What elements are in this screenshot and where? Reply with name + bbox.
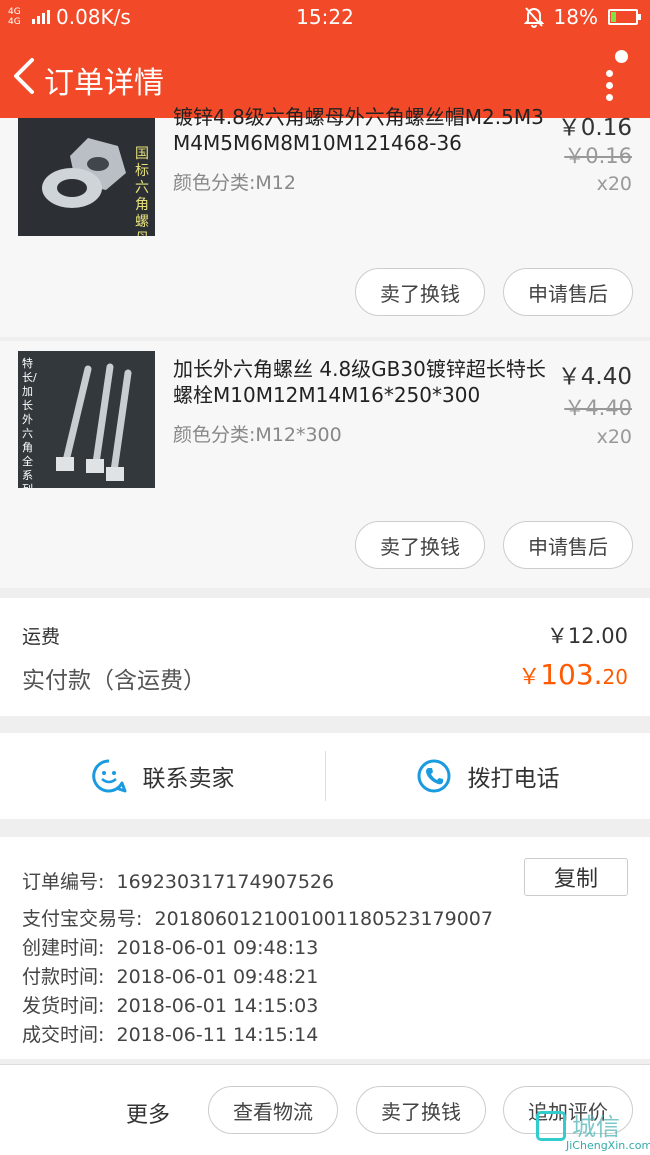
- product-image[interactable]: 国标六角螺母: [18, 118, 155, 236]
- product-quantity: x20: [596, 173, 632, 195]
- shipping-label: 运费: [22, 626, 61, 648]
- contact-seller-button[interactable]: 联系卖家: [0, 733, 325, 819]
- notification-dot: [615, 50, 628, 63]
- phone-icon: [417, 759, 450, 793]
- watermark-text: 城信: [572, 1113, 620, 1141]
- paid-integer: 103.: [540, 658, 603, 691]
- product-original-price: ￥4.40: [564, 396, 632, 420]
- product-title[interactable]: 镀锌4.8级六角螺母外六角螺丝帽M2.5M3M4M5M6M8M10M121468…: [173, 104, 551, 156]
- after-sale-button[interactable]: 申请售后: [503, 268, 633, 316]
- status-bar: 4G 4G 0.08K/s 15:22 18%: [0, 0, 650, 34]
- created-time-row: 创建时间: 2018-06-01 09:48:13: [22, 933, 318, 960]
- product-variant: 颜色分类:M12: [173, 172, 296, 194]
- copy-button[interactable]: 复制: [524, 858, 628, 896]
- order-number-row: 订单编号: 169230317174907526: [22, 867, 334, 894]
- alipay-trade-row: 支付宝交易号: 2018060121001001180523179007: [22, 904, 493, 931]
- view-logistics-button[interactable]: 查看物流: [208, 1086, 338, 1134]
- back-arrow-icon[interactable]: [10, 56, 40, 96]
- product-title[interactable]: 加长外六角螺丝 4.8级GB30镀锌超长特长螺栓M10M12M14M16*250…: [173, 356, 551, 408]
- sell-button[interactable]: 卖了换钱: [355, 521, 485, 569]
- watermark-logo-icon: [536, 1111, 566, 1141]
- order-number-key: 订单编号:: [22, 871, 105, 893]
- chat-smile-icon: [91, 759, 126, 793]
- paid-decimal: 20: [602, 665, 628, 689]
- battery-icon: [608, 9, 641, 25]
- order-item[interactable]: 国标六角螺母 镀锌4.8级六角螺母外六角螺丝帽M2.5M3M4M5M6M8M10…: [0, 105, 650, 337]
- paid-time-value: 2018-06-01 09:48:21: [116, 966, 319, 988]
- alipay-trade-value: 2018060121001001180523179007: [154, 908, 493, 930]
- paid-label: 实付款（含运费）: [22, 668, 206, 694]
- more-button[interactable]: 更多: [126, 1097, 170, 1129]
- bell-muted-icon: [523, 7, 544, 28]
- call-phone-button[interactable]: 拨打电话: [325, 733, 650, 819]
- product-quantity: x20: [596, 426, 632, 448]
- shipped-time-key: 发货时间:: [22, 995, 105, 1017]
- sell-button[interactable]: 卖了换钱: [356, 1086, 486, 1134]
- thumb-caption: 国标六角螺母: [135, 146, 149, 236]
- product-image[interactable]: 特长/加长外六角全系列: [18, 351, 155, 488]
- watermark: 城信 JiChengXin.com: [530, 1105, 650, 1155]
- call-phone-label: 拨打电话: [467, 766, 560, 792]
- paid-time-row: 付款时间: 2018-06-01 09:48:21: [22, 962, 318, 989]
- watermark-site: JiChengXin.com: [566, 1139, 650, 1152]
- battery-percent: 18%: [553, 5, 598, 29]
- product-original-price: ￥0.16: [564, 144, 632, 168]
- product-price: ￥0.16: [557, 115, 632, 141]
- deal-time-key: 成交时间:: [22, 1024, 105, 1046]
- product-variant: 颜色分类:M12*300: [173, 424, 342, 446]
- thumb-caption: 特长/加长外六角全系列: [22, 357, 37, 488]
- deal-time-row: 成交时间: 2018-06-11 14:15:14: [22, 1020, 318, 1047]
- order-number-value[interactable]: 169230317174907526: [117, 871, 335, 893]
- bolt-image: [18, 351, 155, 488]
- shipped-time-row: 发货时间: 2018-06-01 14:15:03: [22, 991, 318, 1018]
- shipped-time-value: 2018-06-01 14:15:03: [116, 995, 319, 1017]
- created-time-key: 创建时间:: [22, 937, 105, 959]
- contact-bar: 联系卖家 拨打电话: [0, 733, 650, 819]
- payment-summary: 运费 ￥12.00 实付款（含运费） ￥103.20: [0, 598, 650, 716]
- product-price: ￥4.40: [557, 364, 632, 390]
- shipping-value: ￥12.00: [546, 624, 628, 648]
- more-menu-icon[interactable]: [600, 50, 628, 102]
- contact-seller-label: 联系卖家: [142, 766, 235, 792]
- sell-button[interactable]: 卖了换钱: [355, 268, 485, 316]
- paid-time-key: 付款时间:: [22, 966, 105, 988]
- after-sale-button[interactable]: 申请售后: [503, 521, 633, 569]
- deal-time-value: 2018-06-11 14:15:14: [116, 1024, 319, 1046]
- created-time-value: 2018-06-01 09:48:13: [116, 937, 319, 959]
- paid-amount: ￥103.20: [518, 658, 628, 691]
- alipay-trade-key: 支付宝交易号:: [22, 908, 143, 930]
- page-title: 订单详情: [44, 66, 164, 101]
- order-item[interactable]: 特长/加长外六角全系列 加长外六角螺丝 4.8级GB30镀锌超长特长螺栓M10M…: [0, 341, 650, 588]
- paid-currency: ￥: [518, 665, 541, 690]
- order-info: 订单编号: 169230317174907526 复制 支付宝交易号: 2018…: [0, 837, 650, 1059]
